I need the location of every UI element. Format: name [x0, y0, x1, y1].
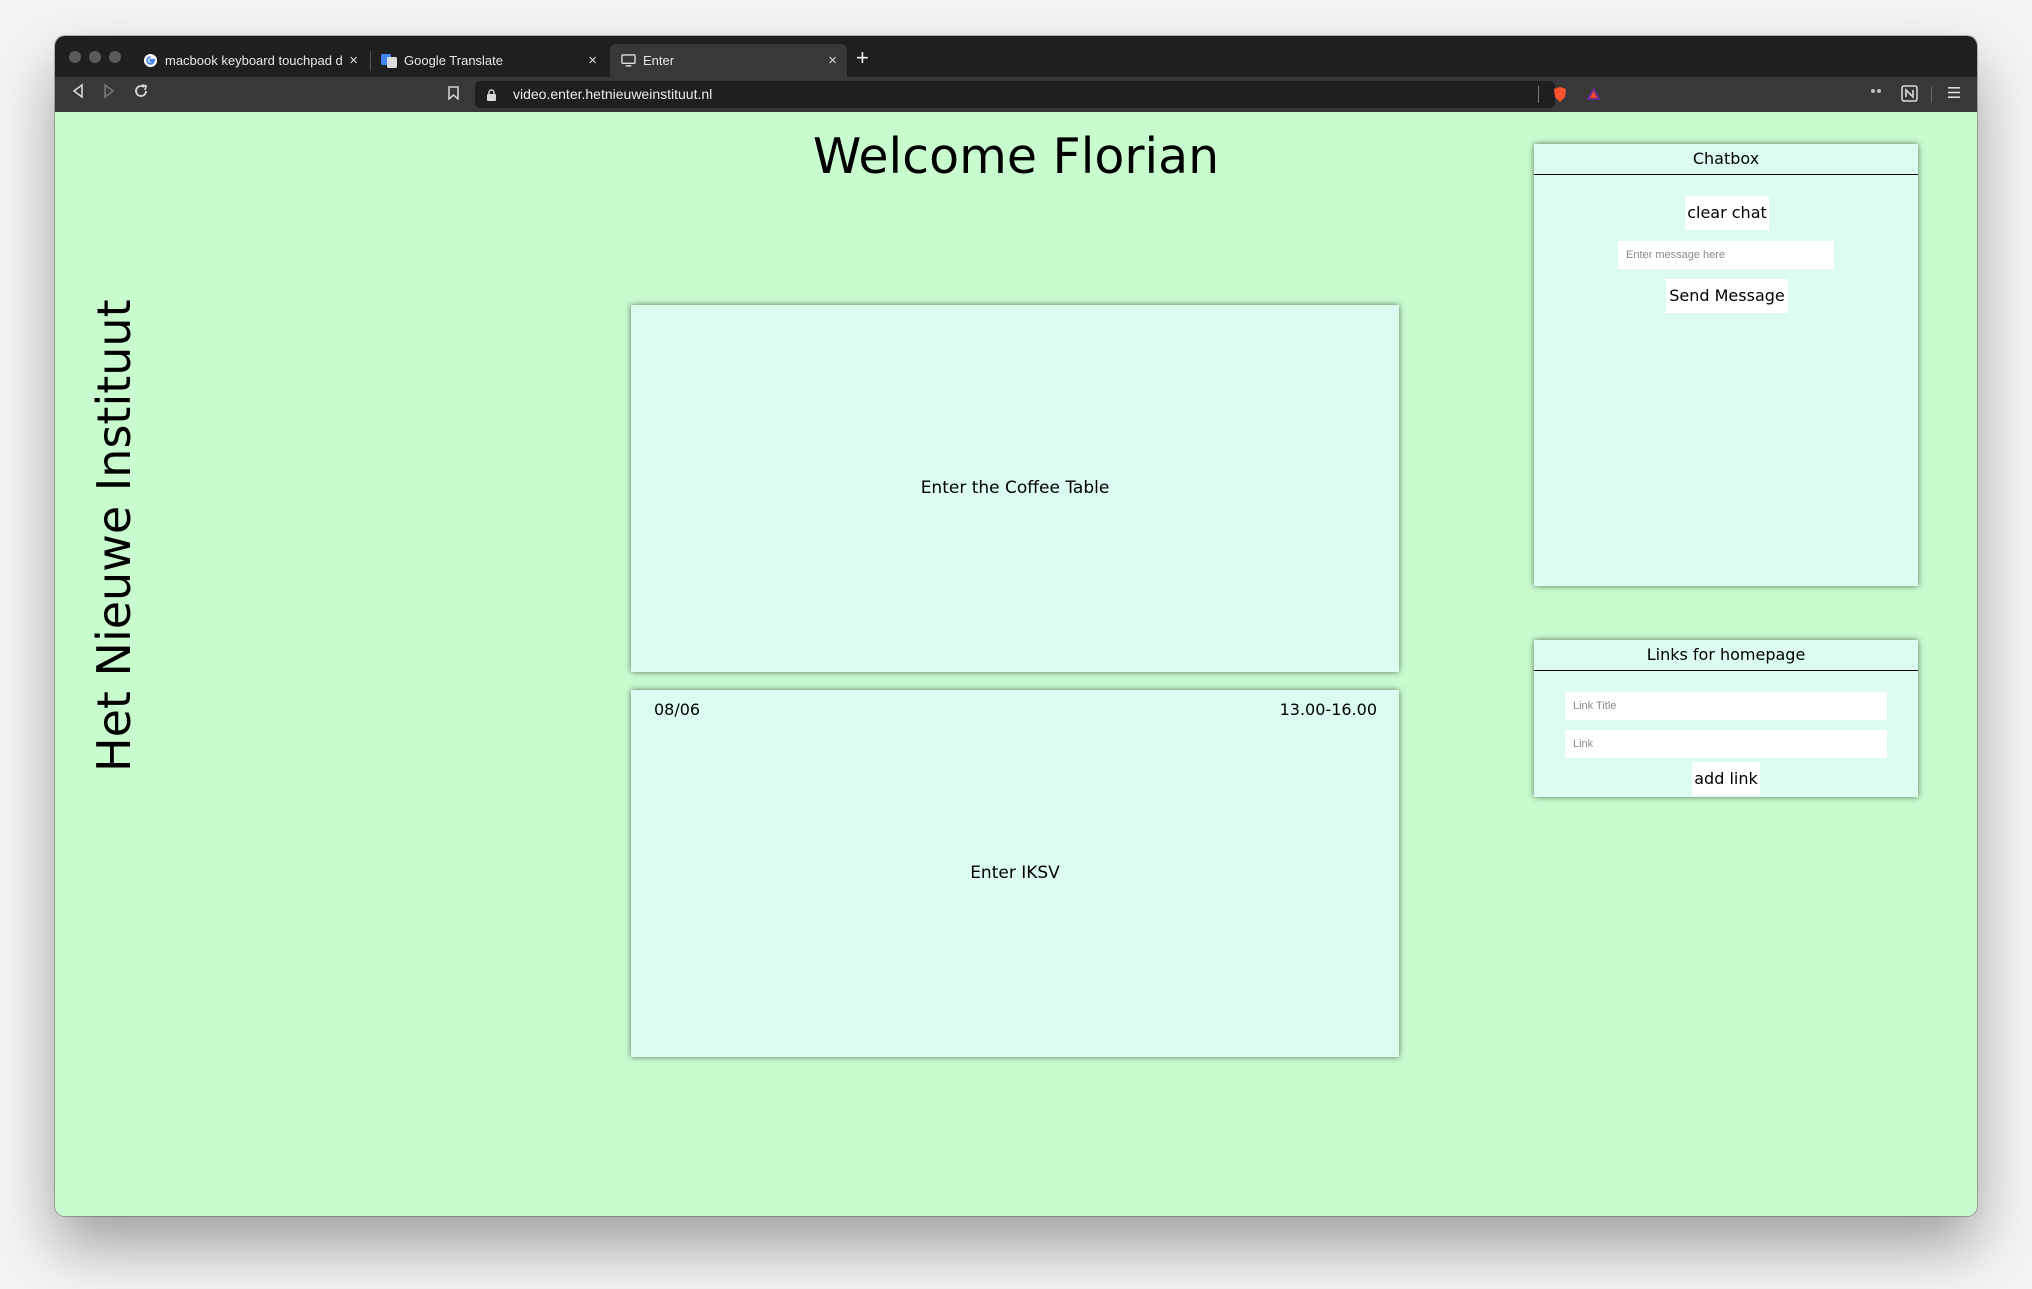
- notion-extension-icon[interactable]: [1901, 85, 1918, 107]
- maximize-window-dot[interactable]: [109, 51, 121, 63]
- monitor-icon: [620, 53, 636, 69]
- room-date: 08/06: [654, 700, 701, 719]
- navigation-toolbar: video.enter.hetnieuweinstituut.nl: [55, 77, 1977, 112]
- url-text: video.enter.hetnieuweinstituut.nl: [513, 86, 713, 102]
- add-link-button[interactable]: add link: [1692, 762, 1760, 796]
- google-icon: [142, 53, 158, 69]
- minimize-window-dot[interactable]: [89, 51, 101, 63]
- extensions-icon[interactable]: [1869, 85, 1883, 100]
- back-icon[interactable]: [71, 83, 85, 104]
- brave-shields-icon[interactable]: [1552, 86, 1568, 106]
- room-card-coffee-table[interactable]: Enter the Coffee Table: [631, 305, 1399, 672]
- bookmark-icon[interactable]: [448, 86, 459, 105]
- new-tab-button[interactable]: +: [856, 45, 869, 71]
- menu-icon[interactable]: [1948, 86, 1960, 104]
- page-content: Welcome Florian Het Nieuwe Instituut Ent…: [55, 112, 1977, 1216]
- side-title: Het Nieuwe Instituut: [87, 299, 141, 772]
- link-url-input[interactable]: Link: [1565, 730, 1887, 758]
- chatbox-panel: Chatbox clear chat Enter message here Se…: [1534, 144, 1918, 586]
- reload-icon[interactable]: [133, 83, 149, 104]
- links-panel-title: Links for homepage: [1534, 640, 1918, 671]
- tab-enter[interactable]: Enter ×: [610, 44, 847, 77]
- link-title-input[interactable]: Link Title: [1565, 692, 1887, 720]
- clear-chat-button[interactable]: clear chat: [1685, 196, 1769, 230]
- lock-icon: [487, 88, 496, 101]
- room-card-iksv[interactable]: 08/06 13.00-16.00 Enter IKSV: [631, 690, 1399, 1057]
- room-time: 13.00-16.00: [1279, 700, 1377, 719]
- close-window-dot[interactable]: [69, 51, 81, 63]
- tab-bar: macbook keyboard touchpad dp × Google Tr…: [55, 36, 1977, 77]
- google-translate-icon: [381, 53, 397, 69]
- tab-label: Google Translate: [404, 53, 504, 68]
- tab-google-translate[interactable]: Google Translate ×: [371, 44, 607, 77]
- close-icon[interactable]: ×: [349, 52, 358, 69]
- address-separator: [1538, 86, 1539, 103]
- forward-icon[interactable]: [102, 83, 116, 104]
- chatbox-title: Chatbox: [1534, 144, 1918, 175]
- tab-label: Enter: [643, 53, 675, 68]
- close-icon[interactable]: ×: [828, 52, 837, 69]
- tab-google-search[interactable]: macbook keyboard touchpad dp ×: [132, 44, 368, 77]
- address-bar[interactable]: video.enter.hetnieuweinstituut.nl: [475, 81, 1601, 108]
- room-label[interactable]: Enter IKSV: [631, 863, 1399, 883]
- send-message-button[interactable]: Send Message: [1666, 279, 1788, 313]
- toolbar-separator: [1931, 87, 1932, 103]
- chat-message-input[interactable]: Enter message here: [1618, 241, 1834, 269]
- brave-rewards-icon[interactable]: [1585, 86, 1602, 104]
- tab-label: macbook keyboard touchpad dp: [165, 53, 344, 68]
- browser-window: macbook keyboard touchpad dp × Google Tr…: [55, 36, 1977, 1216]
- links-panel: Links for homepage Link Title Link add l…: [1534, 640, 1918, 797]
- close-icon[interactable]: ×: [588, 52, 597, 69]
- room-label[interactable]: Enter the Coffee Table: [631, 478, 1399, 498]
